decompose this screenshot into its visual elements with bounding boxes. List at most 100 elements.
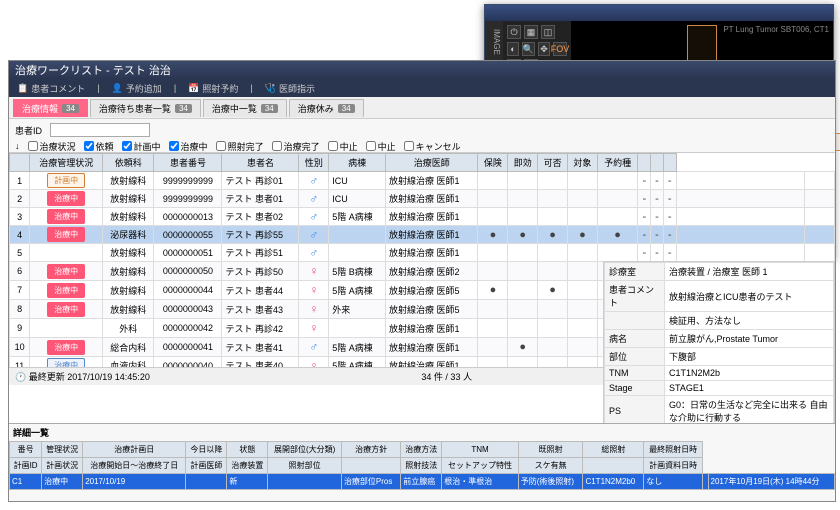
toolbar-doctor-order[interactable]: 🩺 医師指示: [265, 82, 315, 95]
viewer-title-bar[interactable]: [485, 5, 833, 21]
filter-照射完了[interactable]: 照射完了: [216, 140, 264, 153]
toolbar-patient-comment[interactable]: 📋 患者コメント: [17, 82, 85, 95]
filter-checkbox[interactable]: [216, 141, 226, 151]
column-header[interactable]: 性別: [299, 154, 329, 172]
tab-治療休み[interactable]: 治療休み34: [289, 99, 364, 117]
grid-icon[interactable]: ▦: [524, 25, 538, 39]
column-header[interactable]: 治療医師: [385, 154, 477, 172]
cell-patient-id: 0000000041: [154, 338, 222, 357]
plan-cell: 2017年10月19日(木) 14時44分: [708, 474, 834, 490]
patient-id-input[interactable]: [50, 123, 150, 137]
plan-cell: [268, 474, 342, 490]
worklist-row[interactable]: 4治療中泌尿器科0000000055テスト 再診55♂放射線治療 医師1●●●●…: [10, 226, 835, 244]
cell-patient-name: テスト 患者44: [222, 281, 299, 300]
filter-checkbox[interactable]: [404, 141, 414, 151]
male-icon: ♂: [309, 174, 318, 188]
status-badge: 治療中: [47, 358, 85, 367]
toolbar-add-reservation[interactable]: 👤 予約追加: [112, 82, 162, 95]
power-icon[interactable]: ⏻: [507, 25, 521, 39]
tab-治療中一覧[interactable]: 治療中一覧34: [203, 99, 287, 117]
cell-mark: [478, 319, 508, 338]
cell-mark: ●: [478, 281, 508, 300]
filter-中止[interactable]: 中止: [328, 140, 358, 153]
row-number: 10: [10, 338, 30, 357]
filter-checkbox[interactable]: [28, 141, 38, 151]
cell-patient-id: 9999999999: [154, 190, 222, 208]
column-header[interactable]: 保険: [478, 154, 508, 172]
column-header[interactable]: [638, 154, 651, 172]
cell-mark: [538, 190, 568, 208]
cell-dept: 外科: [103, 319, 154, 338]
male-icon: ♂: [309, 228, 318, 242]
detail-value: 治療装置 / 治療室 医師 1: [665, 263, 834, 281]
column-header[interactable]: 病棟: [329, 154, 386, 172]
cell-mark: [568, 190, 598, 208]
column-header[interactable]: 即効: [508, 154, 538, 172]
worklist-row[interactable]: 3治療中放射線科0000000013テスト 患者02♂5階 A病棟放射線治療 医…: [10, 208, 835, 226]
worklist-row[interactable]: 1計画中放射線科9999999999テスト 再診01♂ICU放射線治療 医師1-…: [10, 172, 835, 190]
plan-column-header: 治療装置: [227, 458, 268, 474]
plan-cell: 2017/10/19: [83, 474, 186, 490]
filter-キャンセル[interactable]: キャンセル: [404, 140, 461, 153]
filter-checkbox[interactable]: [84, 141, 94, 151]
cell-mark: [676, 172, 804, 190]
column-header[interactable]: [651, 154, 664, 172]
filter-中止[interactable]: 中止: [366, 140, 396, 153]
pan-icon[interactable]: ✥: [538, 42, 550, 56]
plan-column-header: 治療方法: [401, 442, 442, 458]
filter-計画中[interactable]: 計画中: [122, 140, 161, 153]
contrast-icon[interactable]: ◐: [507, 42, 519, 56]
filter-checkbox[interactable]: [366, 141, 376, 151]
cell-dept: 血液内科: [103, 357, 154, 368]
plan-row-selected[interactable]: C1治療中2017/10/19新治療部位Pros前立腺癌根治・準根治予防(術後照…: [10, 474, 835, 490]
filter-治療中[interactable]: 治療中: [169, 140, 208, 153]
column-header[interactable]: [10, 154, 30, 172]
detail-value: 放射線治療とICU患者のテスト: [665, 281, 834, 312]
detail-value: 下腹部: [665, 348, 834, 366]
plan-column-header: セットアップ特性: [442, 458, 519, 474]
cell-mark: [597, 190, 638, 208]
patient-detail-panel: 診療室治療装置 / 治療室 医師 1患者コメント放射線治療とICU患者のテスト検…: [603, 261, 835, 431]
window-title-bar[interactable]: 治療ワークリスト - テスト 治治: [9, 61, 835, 79]
cell-mark: [478, 357, 508, 368]
cell-dept: 総合内科: [103, 338, 154, 357]
column-header[interactable]: 予約種: [597, 154, 638, 172]
row-number: 1: [10, 172, 30, 190]
filter-checkbox[interactable]: [272, 141, 282, 151]
filter-checkbox[interactable]: [122, 141, 132, 151]
detail-key: [605, 312, 665, 330]
filter-治療完了[interactable]: 治療完了: [272, 140, 320, 153]
tab-治療待ち患者一覧[interactable]: 治療待ち患者一覧34: [90, 99, 201, 117]
toolbar-irradiation-schedule[interactable]: 📅 照射予約: [188, 82, 238, 95]
filter-checkbox[interactable]: [328, 141, 338, 151]
worklist-row[interactable]: 2治療中放射線科9999999999テスト 患者01♂ICU放射線治療 医師1-…: [10, 190, 835, 208]
column-header[interactable]: 患者番号: [154, 154, 222, 172]
tab-治療情報[interactable]: 治療情報34: [13, 99, 88, 117]
side-tab-image[interactable]: IMAGE: [485, 21, 503, 64]
column-header[interactable]: 依頼科: [103, 154, 154, 172]
cell-mark: -: [651, 172, 664, 190]
cell-doctor: 放射線治療 医師1: [385, 208, 477, 226]
cell-doctor: 放射線治療 医師1: [385, 338, 477, 357]
cell-mark: [568, 244, 598, 262]
column-header[interactable]: 患者名: [222, 154, 299, 172]
filter-checkbox[interactable]: [169, 141, 179, 151]
plan-column-header: 照射部位: [268, 458, 342, 474]
row-number: 3: [10, 208, 30, 226]
filter-治療状況[interactable]: 治療状況: [28, 140, 76, 153]
layout-icon[interactable]: ◫: [541, 25, 555, 39]
filter-依頼[interactable]: 依頼: [84, 140, 114, 153]
row-number: 4: [10, 226, 30, 244]
filter-label: 治療完了: [284, 140, 320, 153]
column-header[interactable]: 対象: [568, 154, 598, 172]
column-header[interactable]: 可否: [538, 154, 568, 172]
cell-patient-name: テスト 患者40: [222, 357, 299, 368]
last-updated: 🕐 最終更新 2017/10/19 14:45:20: [15, 370, 150, 383]
column-header[interactable]: [663, 154, 676, 172]
cell-mark: [804, 244, 834, 262]
zoom-icon[interactable]: 🔍: [522, 42, 535, 56]
cell-ward: [329, 319, 386, 338]
cell-mark: -: [651, 190, 664, 208]
worklist-row[interactable]: 5放射線科0000000051テスト 再診51♂放射線治療 医師1---: [10, 244, 835, 262]
column-header[interactable]: 治療管理状況: [30, 154, 103, 172]
